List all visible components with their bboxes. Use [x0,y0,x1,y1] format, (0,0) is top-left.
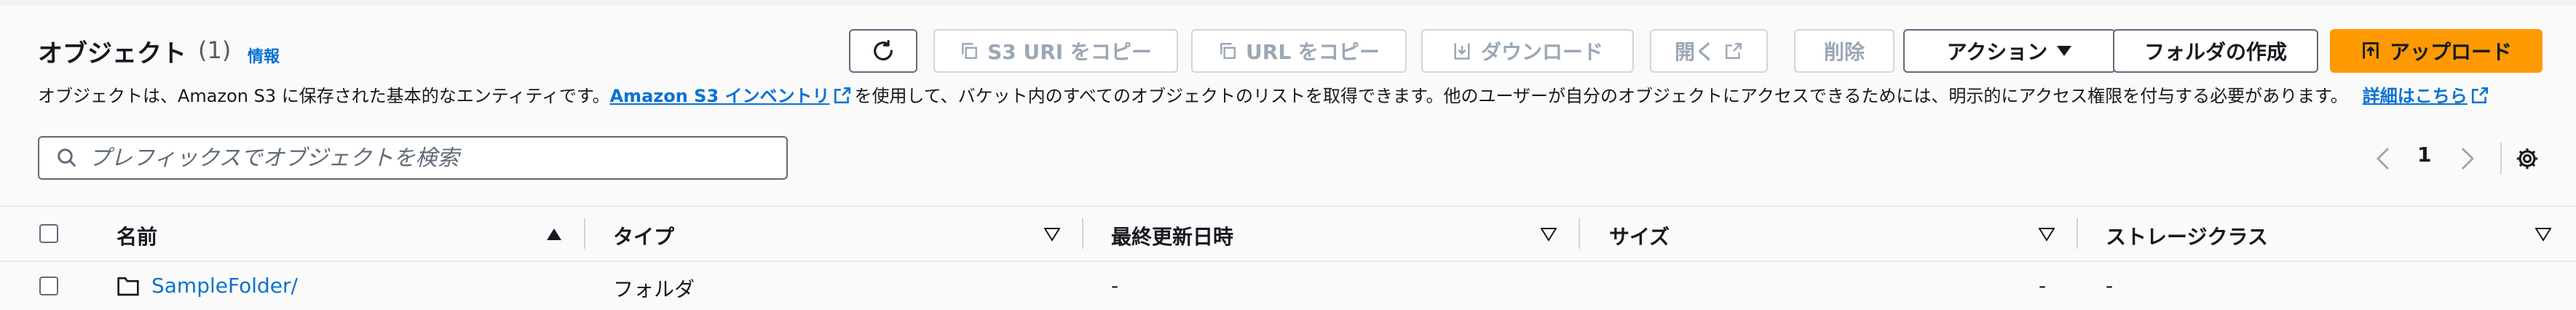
details-link[interactable]: 詳細はこちら [2363,86,2468,106]
copy-url-label: URL をコピー [1246,40,1380,64]
gear-icon [2516,148,2538,170]
upload-button[interactable]: アップロード [2330,29,2543,73]
actions-label: アクション [1946,40,2048,64]
search-input[interactable] [87,144,767,172]
column-divider[interactable] [1579,218,1580,249]
column-divider[interactable] [584,218,585,249]
sort-icon[interactable] [1541,227,1557,242]
sort-icon[interactable] [1044,227,1060,242]
row-checkbox[interactable] [39,277,58,295]
pager-divider [2500,143,2502,175]
inventory-link[interactable]: Amazon S3 インベントリ [609,86,829,106]
sort-asc-icon[interactable] [546,227,562,242]
folder-icon [117,277,139,296]
column-divider[interactable] [2077,218,2078,249]
column-divider[interactable] [1082,218,1083,249]
column-header-storage-class[interactable]: ストレージクラス [2106,221,2268,250]
copy-url-button[interactable]: URL をコピー [1191,29,1407,73]
sort-icon[interactable] [2039,227,2055,242]
object-type: フォルダ [613,277,695,301]
external-link-icon [1726,43,1742,59]
upload-label: アップロード [2389,40,2512,64]
top-divider [0,0,2576,6]
sort-icon[interactable] [2535,227,2551,242]
copy-icon [1220,43,1236,59]
chevron-left-icon [2376,147,2390,170]
column-header-size[interactable]: サイズ [1609,221,1670,250]
delete-button[interactable]: 削除 [1794,29,1895,73]
external-link-icon [834,87,850,104]
refresh-icon [874,39,893,60]
caret-down-icon [2057,46,2072,56]
search-box[interactable] [38,136,788,180]
select-all-checkbox[interactable] [39,224,58,243]
open-label: 開く [1674,40,1715,64]
current-page[interactable]: 1 [2417,143,2431,167]
search-icon [47,147,87,169]
info-link[interactable]: 情報 [248,44,280,67]
next-page-button[interactable] [2458,143,2477,175]
table-header: 名前 タイプ 最終更新日時 サイズ ストレージクラス [0,205,2576,262]
description: オブジェクトは、Amazon S3 に保存された基本的なエンティティです。Ama… [38,82,2513,107]
copy-s3-uri-button[interactable]: S3 URI をコピー [933,29,1178,73]
copy-s3-uri-label: S3 URI をコピー [987,40,1152,64]
page-title: オブジェクト [38,39,186,68]
object-count: (1) [198,36,232,64]
upload-icon [2363,42,2379,59]
chevron-right-icon [2461,147,2475,170]
download-button[interactable]: ダウンロード [1421,29,1634,73]
download-icon [1454,43,1470,60]
external-link-icon [2471,87,2488,104]
create-folder-label: フォルダの作成 [2144,40,2287,64]
refresh-button[interactable] [849,29,917,73]
open-button[interactable]: 開く [1650,29,1768,73]
object-name-link[interactable]: SampleFolder/ [151,274,298,298]
column-header-type[interactable]: タイプ [613,221,674,250]
create-folder-button[interactable]: フォルダの作成 [2113,29,2318,73]
description-prefix: オブジェクトは、Amazon S3 に保存された基本的なエンティティです。 [38,86,610,106]
table-row: SampleFolder/ フォルダ - - - [0,262,2576,310]
description-middle: を使用して、バケット内のすべてのオブジェクトのリストを取得できます。他のユーザー… [854,86,2348,106]
preferences-button[interactable] [2515,143,2540,175]
delete-label: 削除 [1823,40,1865,64]
object-last-modified: - [1111,274,1119,298]
copy-icon [962,43,978,59]
actions-dropdown[interactable]: アクション [1903,29,2116,73]
prev-page-button[interactable] [2374,143,2393,175]
column-header-last-modified[interactable]: 最終更新日時 [1111,221,1233,250]
object-storage-class: - [2106,274,2114,298]
download-label: ダウンロード [1480,40,1603,64]
column-header-name[interactable]: 名前 [116,221,157,250]
object-size: - [2039,274,2047,298]
